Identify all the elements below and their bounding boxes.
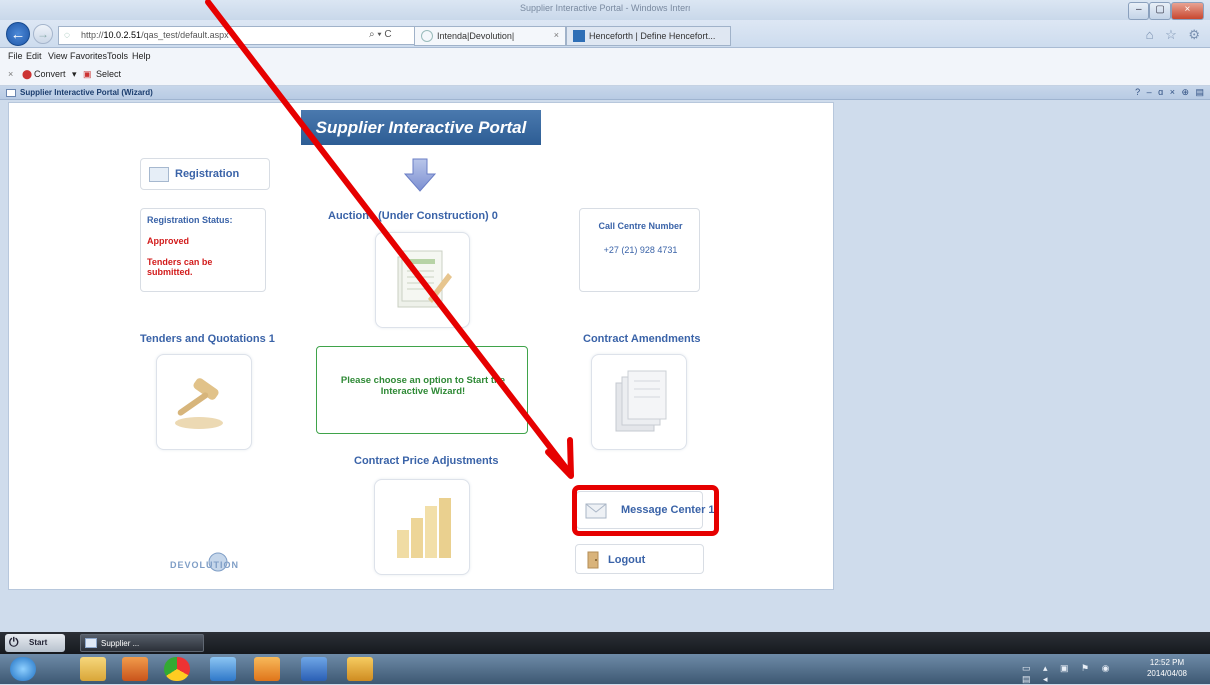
auctions-title: Auctions (Under Construction) 0: [328, 210, 498, 222]
registration-icon: [149, 167, 169, 182]
address-url[interactable]: http://10.0.2.51/qas_test/default.aspx: [81, 30, 229, 40]
system-tray-icons[interactable]: ▭ ▴ ▣ ⚑ ◉ ▤ ◂: [1022, 663, 1134, 684]
contract-amendments-button[interactable]: [591, 354, 687, 450]
window-title-bar: Supplier Interactive Portal - Windows In…: [0, 0, 1210, 20]
registration-label: Registration: [175, 168, 240, 180]
home-favorites-settings-icons[interactable]: ⌂ ☆ ⚙: [1146, 27, 1204, 43]
portal-header: Supplier Interactive Portal: [301, 110, 541, 145]
tenders-title: Tenders and Quotations 1: [140, 333, 275, 345]
site-favicon-icon: [573, 30, 585, 42]
back-arrow-icon: ←: [10, 26, 26, 43]
app-shortcut-icon[interactable]: [347, 657, 373, 681]
back-button[interactable]: ←: [6, 22, 30, 46]
status-label: Registration Status:: [147, 215, 233, 225]
tab-intenda[interactable]: Intenda|Devolution| ×: [414, 26, 566, 46]
logout-button[interactable]: Logout: [575, 544, 704, 574]
window-title: Supplier Interactive Portal - Windows In…: [520, 3, 690, 13]
price-adjustments-title: Contract Price Adjustments: [354, 455, 499, 467]
documents-stack-icon: [615, 370, 667, 432]
tab-henceforth[interactable]: Henceforth | Define Hencefort...: [566, 26, 731, 46]
page-icon: ◌: [64, 30, 70, 41]
menu-tools[interactable]: Tools: [107, 51, 128, 61]
convert-dropdown-icon[interactable]: ▾: [72, 69, 77, 80]
annotation-highlight-box: [572, 485, 719, 536]
portal-window-title: Supplier Interactive Portal (Wizard): [20, 88, 153, 97]
close-window-button[interactable]: ×: [1170, 2, 1204, 20]
tenders-button[interactable]: [156, 354, 252, 450]
start-button[interactable]: ⏻ Start: [5, 634, 65, 652]
power-icon: ⏻: [9, 635, 19, 649]
window-icon: [6, 89, 16, 97]
internet-explorer-icon[interactable]: [210, 657, 236, 681]
coin-stacks-icon: [397, 498, 451, 558]
call-centre-label: Call Centre Number: [598, 221, 683, 231]
gavel-icon: [175, 378, 223, 429]
portal-window-controls[interactable]: ? – ɑ × ⊕ ▤: [1135, 87, 1206, 98]
command-close-icon[interactable]: ×: [8, 69, 13, 79]
command-bar: × ⬤ Convert ▾ ▣ Select: [0, 64, 1210, 86]
call-centre-card: Call Centre Number +27 (21) 928 4731: [579, 208, 700, 292]
select-icon: ▣: [83, 69, 92, 79]
auction-document-icon: [397, 250, 452, 308]
tab-label: Henceforth | Define Hencefort...: [589, 31, 716, 41]
taskbar-supplier-window[interactable]: Supplier ...: [80, 634, 204, 652]
call-centre-number: +27 (21) 928 4731: [603, 245, 678, 255]
menu-file[interactable]: File: [8, 51, 23, 61]
media-player-icon[interactable]: [122, 657, 148, 681]
remote-desktop-icon[interactable]: [301, 657, 327, 681]
clock-time: 12:52 PM: [1149, 658, 1185, 667]
forward-arrow-icon: →: [37, 27, 49, 41]
down-arrow-icon: [404, 158, 436, 192]
contract-amendments-title: Contract Amendments: [583, 333, 701, 345]
convert-button[interactable]: Convert: [34, 69, 66, 79]
portal-window-bar: Supplier Interactive Portal (Wizard) ? –…: [0, 86, 1210, 100]
menu-help[interactable]: Help: [132, 51, 151, 61]
system-clock[interactable]: 12:52 PM 2014/04/08: [1134, 657, 1200, 679]
wizard-message-box: Please choose an option to Start the Int…: [316, 346, 528, 434]
chrome-icon[interactable]: [164, 657, 190, 681]
tab-close-icon[interactable]: ×: [554, 30, 559, 40]
menu-edit[interactable]: Edit: [26, 51, 42, 61]
registration-button[interactable]: Registration: [140, 158, 270, 190]
wizard-message: Please choose an option to Start the Int…: [340, 375, 506, 397]
window-controls: – ▢ ×: [1128, 2, 1204, 20]
tab-label: Intenda|Devolution|: [437, 31, 515, 41]
windows-start-orb-icon[interactable]: [10, 657, 36, 681]
address-bar[interactable]: ◌ http://10.0.2.51/qas_test/default.aspx…: [58, 26, 468, 45]
minimize-button[interactable]: –: [1128, 2, 1150, 20]
file-explorer-icon[interactable]: [80, 657, 106, 681]
logout-label: Logout: [608, 554, 646, 566]
registration-status-card: Registration Status: Approved Tenders ca…: [140, 208, 266, 292]
door-icon: [587, 551, 599, 569]
logo-text: DEVOLUTION: [170, 560, 240, 570]
select-button[interactable]: Select: [96, 69, 121, 79]
menu-favorites[interactable]: Favorites: [70, 51, 107, 61]
search-refresh-icon[interactable]: ⌕ ▾ C: [369, 29, 392, 40]
outlook-icon[interactable]: [254, 657, 280, 681]
loading-icon: [421, 30, 433, 42]
menu-bar: File Edit View Favorites Tools Help: [0, 48, 1210, 64]
menu-view[interactable]: View: [48, 51, 67, 61]
price-adjustments-button[interactable]: [374, 479, 470, 575]
window-icon: [85, 638, 97, 648]
task-label: Supplier ...: [101, 639, 140, 648]
devolution-logo: DEVOLUTION: [170, 550, 254, 576]
forward-button[interactable]: →: [33, 24, 53, 44]
maximize-button[interactable]: ▢: [1149, 2, 1171, 20]
start-label: Start: [29, 638, 48, 647]
status-note: Tenders can be submitted.: [147, 257, 213, 277]
convert-icon: ⬤: [22, 69, 33, 79]
status-value: Approved: [147, 236, 190, 246]
clock-date: 2014/04/08: [1146, 669, 1188, 678]
auctions-button[interactable]: [375, 232, 470, 328]
